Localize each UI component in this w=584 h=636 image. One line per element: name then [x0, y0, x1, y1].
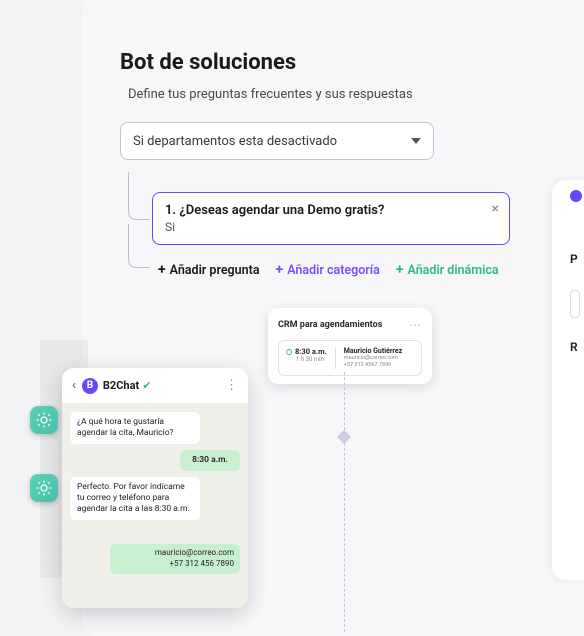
back-icon[interactable]: ‹: [72, 378, 76, 393]
flow-connector: [344, 372, 345, 632]
divider: [335, 347, 336, 369]
add-question-button[interactable]: + Añadir pregunta: [158, 262, 260, 278]
question-title: 1. ¿Deseas agendar una Demo gratis?: [165, 203, 479, 218]
chat-message-out: 8:30 a.m.: [180, 450, 240, 471]
crm-title: CRM para agendamientos: [278, 320, 382, 330]
clock-icon: [286, 349, 292, 355]
crm-phone: +57 312 4567 7890: [344, 362, 403, 369]
chat-message-in: Perfecto. Por favor indícame tu correo y…: [70, 477, 200, 520]
drawer-field[interactable]: [570, 290, 580, 318]
department-select[interactable]: Si departamentos esta desactivado: [120, 122, 434, 160]
crm-card: CRM para agendamientos ⋯ 8:30 a.m. 1 h 3…: [268, 308, 432, 384]
question-card[interactable]: 1. ¿Deseas agendar una Demo gratis? Si ×: [152, 192, 510, 245]
close-icon[interactable]: ×: [492, 201, 499, 217]
chevron-down-icon: [411, 138, 421, 144]
page-subtitle: Define tus preguntas frecuentes y sus re…: [128, 87, 584, 102]
tree-connector: [128, 172, 150, 220]
drawer-label-p: P: [570, 252, 584, 266]
brand-badge: B: [82, 378, 98, 394]
plus-icon: +: [276, 262, 284, 278]
more-icon[interactable]: ⋯: [409, 318, 422, 332]
side-drawer: P R: [552, 180, 584, 580]
chat-message-in: ¿A qué hora te gustaría agendar la cita,…: [70, 412, 200, 444]
page-title: Bot de soluciones: [120, 50, 584, 75]
plus-icon: +: [158, 262, 166, 278]
verified-icon: ✔: [142, 379, 151, 392]
plus-icon: +: [396, 262, 404, 278]
add-category-button[interactable]: + Añadir categoría: [276, 262, 380, 278]
drawer-indicator: [570, 190, 582, 202]
chat-body: ¿A qué hora te gustaría agendar la cita,…: [62, 404, 248, 608]
crm-time: 8:30 a.m.: [295, 347, 327, 356]
chat-header: ‹ B B2Chat ✔ ⋮: [62, 368, 248, 404]
crm-appointment[interactable]: 8:30 a.m. 1 h 30 min Mauricio Gutiérrez …: [278, 340, 422, 376]
crm-person: Mauricio Gutiérrez: [344, 347, 403, 355]
chat-name: B2Chat: [103, 379, 139, 392]
crm-duration: 1 h 30 min: [296, 356, 327, 363]
ai-icon: [30, 474, 58, 502]
drawer-label-r: R: [570, 340, 584, 354]
tree-connector: [128, 224, 150, 268]
crm-email: mauricio@correo.com: [344, 355, 403, 362]
action-row: + Añadir pregunta + Añadir categoría + A…: [158, 262, 499, 278]
department-select-value: Si departamentos esta desactivado: [133, 134, 337, 149]
question-answer: Si: [165, 220, 479, 234]
add-dynamic-button[interactable]: + Añadir dinámica: [396, 262, 499, 278]
chat-preview: ‹ B B2Chat ✔ ⋮ ¿A qué hora te gustaría a…: [62, 368, 248, 608]
ai-icon: [30, 406, 58, 434]
kebab-icon[interactable]: ⋮: [225, 378, 238, 393]
chat-message-out: mauricio@correo.com +57 312 456 7890: [110, 544, 240, 574]
